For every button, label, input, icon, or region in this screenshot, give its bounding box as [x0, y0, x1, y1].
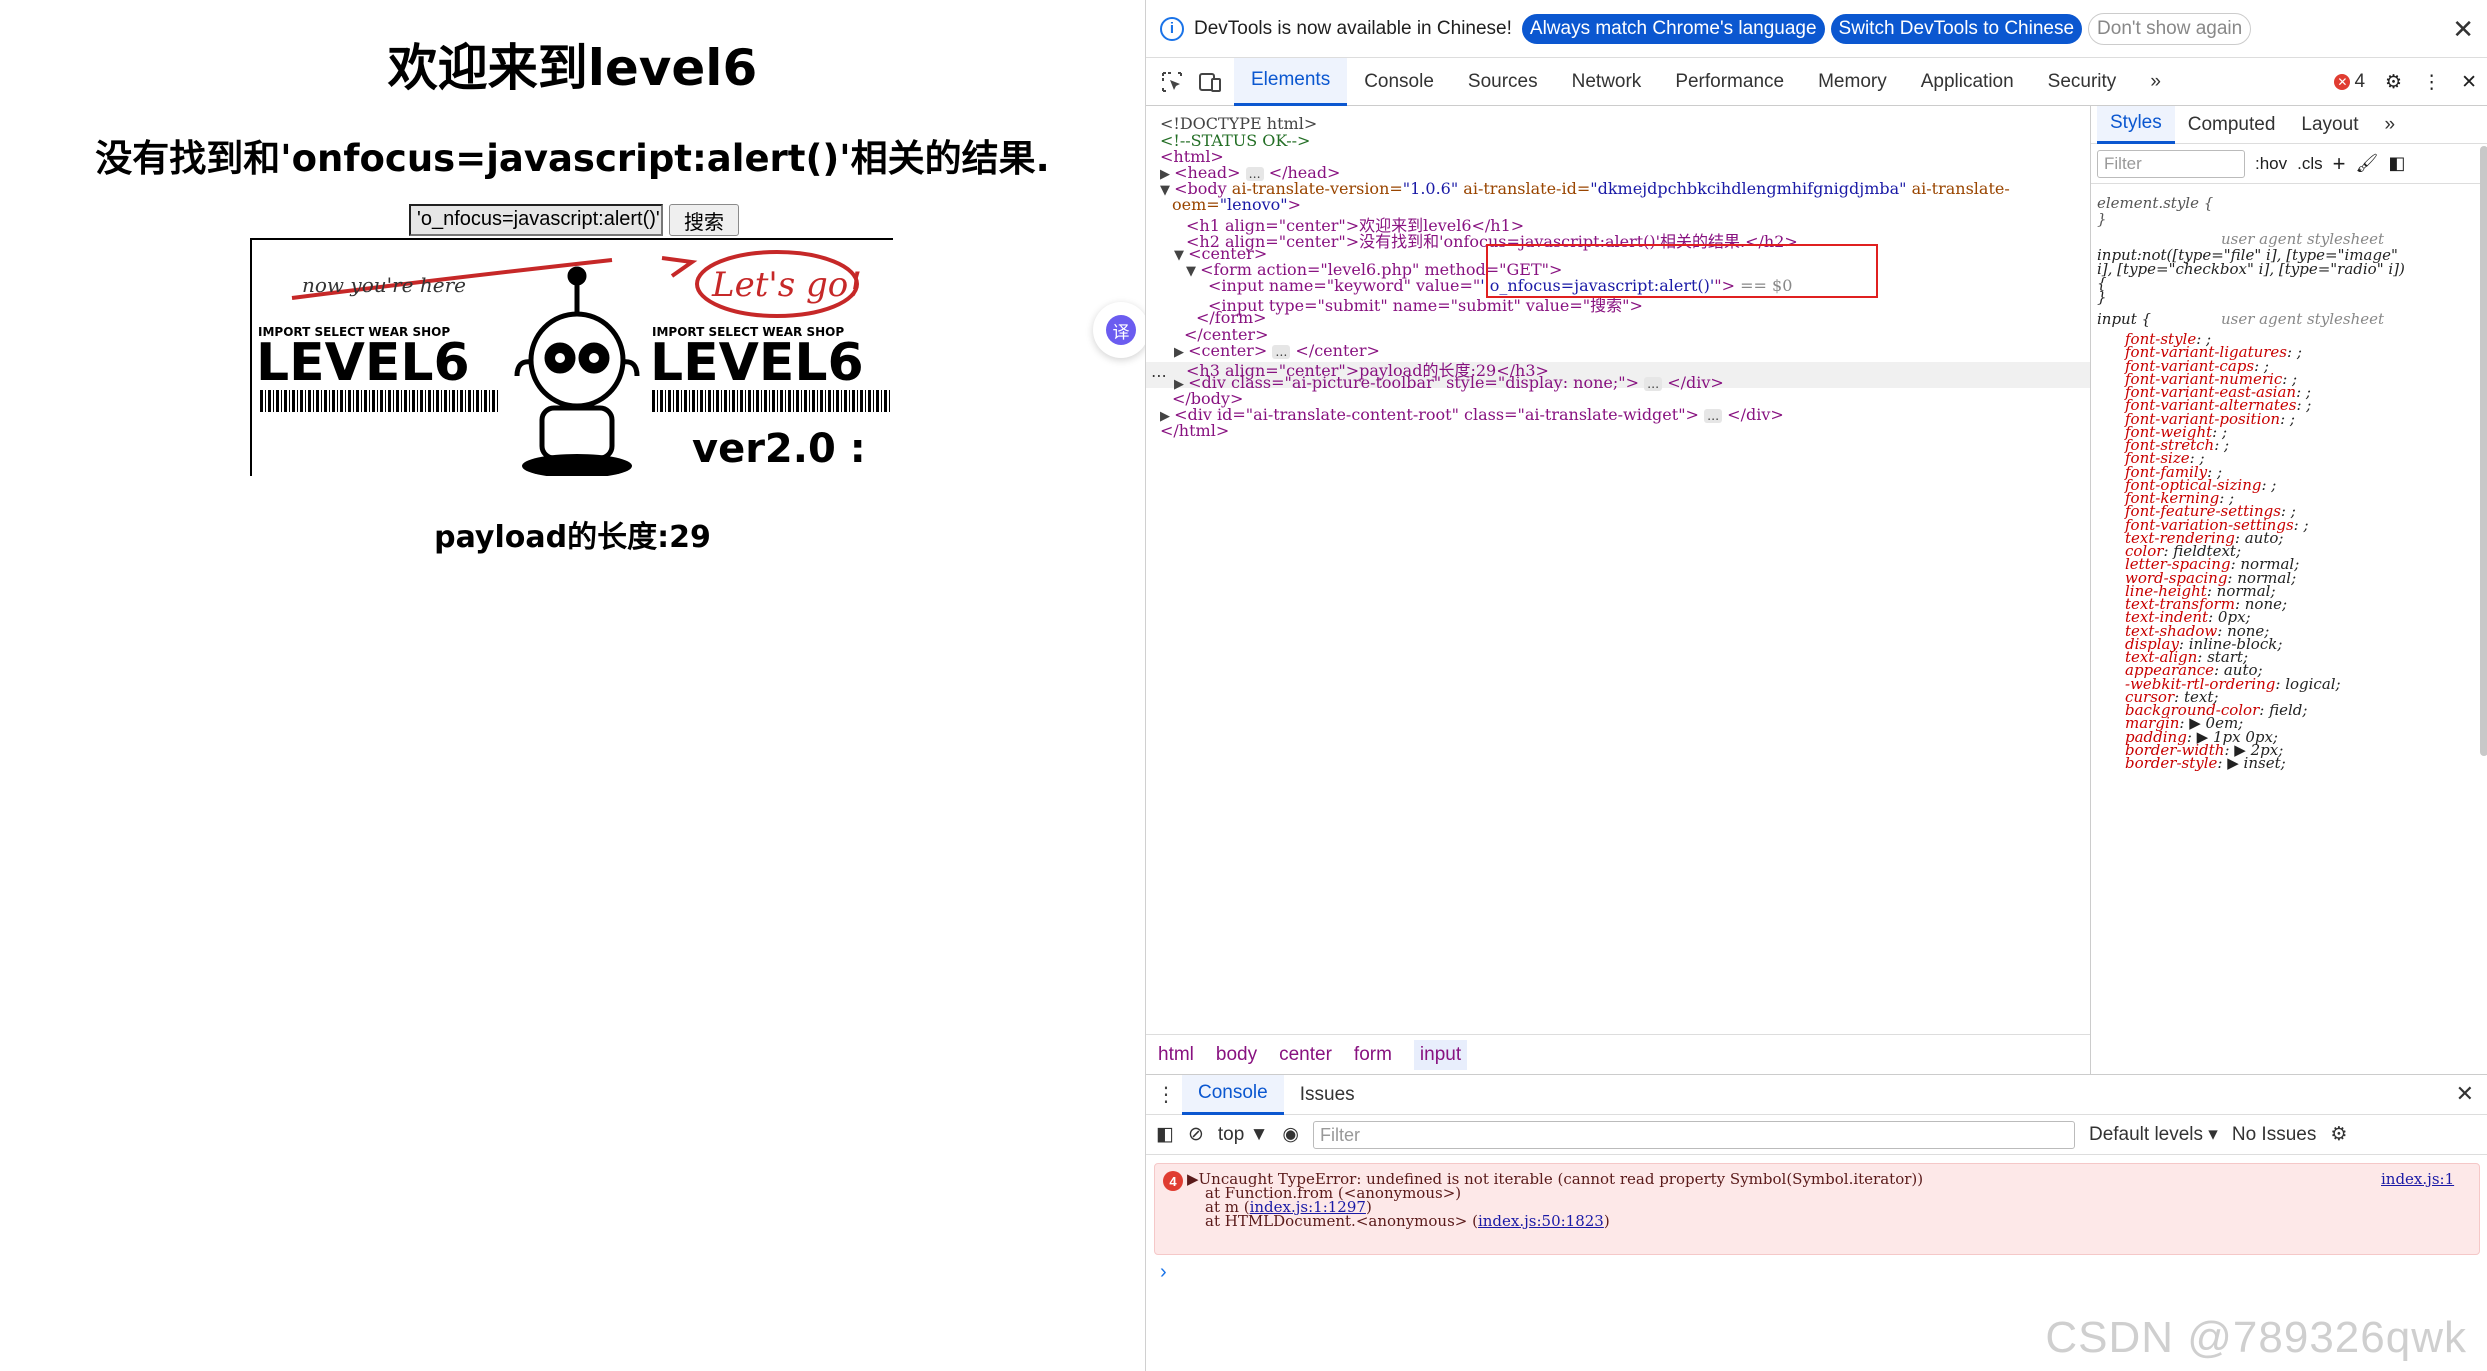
more-style-tabs-icon[interactable]: » [2371, 106, 2408, 144]
banner-version: ver2.0 : [692, 426, 866, 472]
highlight-annotation-box [1486, 244, 1878, 298]
banner-graphic: now you're here Let's go! IMPORT SELECT … [256, 250, 892, 476]
switch-to-chinese-button[interactable]: Switch DevTools to Chinese [1830, 13, 2083, 44]
tab-network[interactable]: Network [1555, 58, 1659, 106]
settings-gear-icon[interactable]: ⚙ [2385, 71, 2402, 94]
robot-mascot [514, 266, 640, 476]
close-devtools-icon[interactable]: ✕ [2461, 71, 2477, 94]
cls-toggle[interactable]: .cls [2297, 154, 2323, 174]
paint-brush-icon[interactable]: 🖌 [2356, 153, 2379, 174]
error-counter[interactable]: ✕ 4 [2334, 71, 2365, 93]
dom-div-toolbar[interactable]: ▶ <div class="ai-picture-toolbar" style=… [1174, 373, 1724, 392]
error-line-4: at HTMLDocument.<anonymous> (index.js:50… [1205, 1212, 1610, 1230]
styles-tabbar: Styles Computed Layout » [2091, 106, 2487, 144]
banner-letsgo-text: Let's go! [711, 265, 862, 305]
style-property[interactable]: border-style: ▶ inset; [2125, 754, 2286, 772]
stack-link-2[interactable]: index.js:50:1823 [1478, 1212, 1604, 1230]
brace: } [2097, 288, 2107, 306]
console-prompt[interactable]: › [1160, 1261, 1167, 1284]
brace: } [2097, 210, 2107, 228]
payload-length-label: payload的长度:29 [434, 520, 711, 555]
inspect-element-icon[interactable] [1158, 68, 1186, 96]
tab-application[interactable]: Application [1904, 58, 2031, 106]
tab-performance[interactable]: Performance [1658, 58, 1801, 106]
crumb-form[interactable]: form [1354, 1044, 1392, 1066]
hov-toggle[interactable]: :hov [2255, 154, 2287, 174]
dom-breadcrumbs: html body center form input [1146, 1034, 2090, 1074]
console-filter-input[interactable]: Filter [1312, 1120, 2075, 1149]
always-match-language-button[interactable]: Always match Chrome's language [1521, 13, 1825, 44]
devtools-panel: i DevTools is now available in Chinese! … [1145, 0, 2487, 1371]
eye-icon[interactable]: ◉ [1282, 1123, 1299, 1146]
tab-elements[interactable]: Elements [1234, 57, 1348, 106]
tab-styles[interactable]: Styles [2097, 106, 2175, 144]
crumb-body[interactable]: body [1216, 1044, 1257, 1066]
error-source-link[interactable]: index.js:1 [2381, 1170, 2454, 1188]
tab-computed[interactable]: Computed [2175, 106, 2289, 144]
ua-label-2: user agent stylesheet [2221, 310, 2385, 328]
drawer-tab-issues[interactable]: Issues [1284, 1075, 1371, 1115]
banner-level-right: LEVEL6 [650, 333, 864, 393]
new-rule-plus-icon[interactable]: + [2333, 151, 2346, 177]
search-result-heading: 没有找到和'onfocus=javascript:alert()'相关的结果. [95, 137, 1050, 180]
devtools-infobar: i DevTools is now available in Chinese! … [1146, 0, 2487, 58]
search-form: 'o_nfocus=javascript:alert()' 搜索 [409, 204, 739, 236]
tab-sources[interactable]: Sources [1451, 58, 1555, 106]
console-drawer-tabs: ⋮ Console Issues ✕ [1146, 1074, 2487, 1115]
translate-floating-button[interactable]: 译 [1093, 302, 1149, 358]
log-levels-dropdown[interactable]: Default levels ▾ [2089, 1123, 2218, 1146]
barcode-right [652, 390, 892, 412]
close-drawer-icon[interactable]: ✕ [2456, 1081, 2474, 1107]
tab-console[interactable]: Console [1347, 58, 1451, 106]
styles-filter-bar: Filter :hov .cls + 🖌 ◧ [2091, 144, 2487, 184]
page-title: 欢迎来到level6 [387, 39, 758, 97]
search-submit-button[interactable]: 搜索 [669, 204, 739, 236]
crumb-html[interactable]: html [1158, 1044, 1194, 1066]
csdn-watermark: CSDN @789326qwk [2045, 1313, 2467, 1362]
drawer-tab-console[interactable]: Console [1182, 1074, 1284, 1115]
level6-banner-image: now you're here Let's go! IMPORT SELECT … [250, 238, 893, 476]
node-actions-icon[interactable]: ⋯ [1151, 366, 1167, 386]
crumb-center[interactable]: center [1279, 1044, 1332, 1066]
element-style-rule: element.style { [2097, 194, 2214, 212]
styles-scrollbar[interactable] [2480, 146, 2487, 756]
keyword-input[interactable]: 'o_nfocus=javascript:alert()' [409, 204, 663, 236]
close-icon[interactable]: ✕ [2452, 14, 2474, 45]
styles-pane: Styles Computed Layout » Filter :hov .cl… [2090, 106, 2487, 1074]
devtools-tab-actions: ✕ 4 ⚙ ⋮ ✕ [2334, 58, 2477, 106]
drawer-menu-icon[interactable]: ⋮ [1156, 1082, 1176, 1107]
crumb-input[interactable]: input [1413, 1039, 1468, 1070]
error-count-badge: 4 [1163, 1171, 1183, 1191]
dont-show-again-button[interactable]: Don't show again [2088, 12, 2252, 45]
styles-filter-input[interactable]: Filter [2097, 149, 2245, 178]
issues-indicator[interactable]: No Issues [2232, 1124, 2316, 1146]
rule1-selector-cont: i], [type="checkbox" i], [type="radio" i… [2097, 260, 2405, 278]
tab-security[interactable]: Security [2031, 58, 2134, 106]
error-icon: ✕ [2334, 74, 2351, 90]
clear-console-icon[interactable]: ⊘ [1188, 1123, 1204, 1146]
infobar-message: DevTools is now available in Chinese! [1194, 17, 1512, 39]
rule2-selector: input { [2097, 310, 2152, 328]
info-icon: i [1160, 16, 1184, 41]
tab-memory[interactable]: Memory [1801, 58, 1904, 106]
dom-html-close[interactable]: </html> [1160, 421, 1229, 440]
console-settings-gear-icon[interactable]: ⚙ [2330, 1123, 2347, 1146]
tab-layout[interactable]: Layout [2288, 106, 2371, 144]
toggle-sidebar-icon[interactable]: ◧ [2388, 153, 2405, 174]
web-page-viewport: 欢迎来到level6 没有找到和'onfocus=javascript:aler… [0, 0, 1149, 1371]
dom-div-root[interactable]: ▶ <div id="ai-translate-content-root" cl… [1160, 405, 1784, 424]
devtools-tabbar: Elements Console Sources Network Perform… [1146, 57, 2487, 106]
console-toolbar: ◧ ⊘ top ▼ ◉ Filter Default levels ▾ No I… [1146, 1115, 2487, 1155]
kebab-menu-icon[interactable]: ⋮ [2422, 71, 2441, 94]
translate-icon: 译 [1106, 315, 1136, 345]
banner-level-left: LEVEL6 [256, 333, 470, 393]
sidebar-toggle-icon[interactable]: ◧ [1156, 1123, 1174, 1146]
console-error-message[interactable]: 4 ▶Uncaught TypeError: undefined is not … [1154, 1163, 2480, 1255]
barcode-left [258, 390, 498, 412]
more-tabs-icon[interactable]: » [2133, 58, 2178, 106]
device-toolbar-icon[interactable] [1196, 68, 1224, 96]
error-count: 4 [2354, 71, 2366, 92]
context-selector[interactable]: top ▼ [1218, 1124, 1269, 1146]
banner-now-text: now you're here [302, 273, 466, 297]
